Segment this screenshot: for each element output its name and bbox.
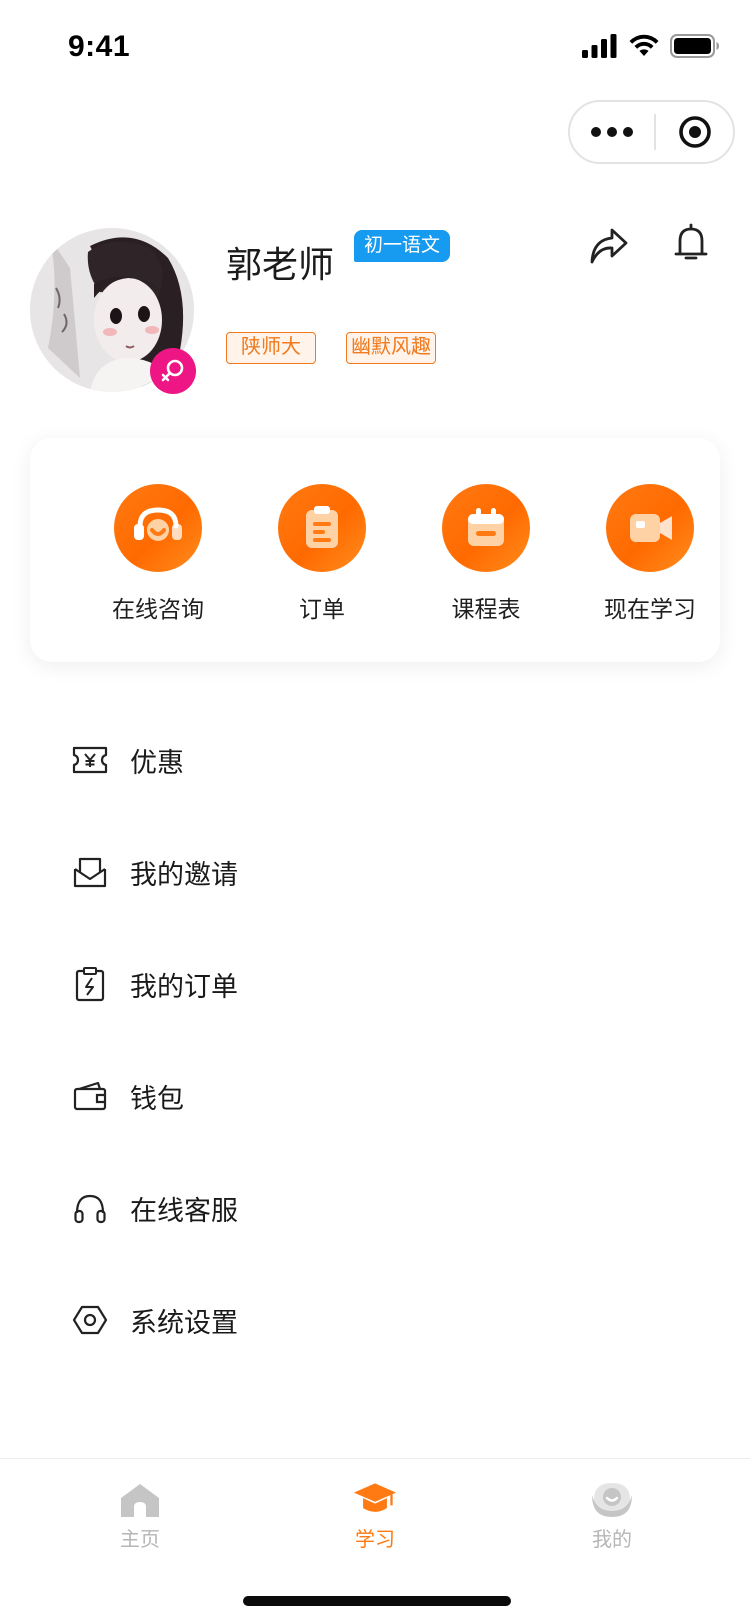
quick-action-label: 在线咨询 (112, 596, 204, 622)
quick-action-label: 现在学习 (604, 596, 696, 622)
status-time: 9:41 (68, 30, 131, 63)
more-dot-icon (623, 127, 633, 137)
more-button[interactable] (570, 102, 654, 162)
menu-item-label: 钱包 (130, 1083, 184, 1114)
clipboard-icon (306, 506, 338, 548)
settings-hexagon-icon (72, 1305, 108, 1335)
tab-label: 主页 (120, 1529, 160, 1551)
video-camera-icon (630, 514, 672, 542)
close-mini-program-button[interactable] (656, 102, 733, 162)
share-button[interactable] (586, 222, 632, 268)
menu-list: 优惠 我的邀请 我的订单 钱包 在线客服 系统设置 (0, 704, 750, 1376)
share-icon (590, 228, 628, 264)
target-close-icon (678, 116, 711, 148)
mini-program-capsule (568, 100, 735, 164)
tab-label: 我的 (592, 1529, 632, 1551)
subject-badge: 初一语文 (354, 230, 451, 262)
home-icon (121, 1484, 159, 1517)
tag-style: 幽默风趣 (346, 332, 436, 364)
menu-item-label: 优惠 (130, 747, 184, 778)
menu-item-settings[interactable]: 系统设置 (0, 1264, 750, 1376)
tab-study[interactable]: 学习 (305, 1479, 445, 1552)
status-bar: 9:41 (0, 0, 750, 96)
graduation-cap-icon (353, 1483, 397, 1512)
tab-mine[interactable]: 我的 (542, 1479, 682, 1552)
tab-home[interactable]: 主页 (70, 1479, 210, 1552)
battery-icon (670, 34, 719, 58)
teacher-name: 郭老师 (226, 244, 335, 285)
quick-action-orders[interactable]: 订单 (240, 484, 404, 624)
quick-action-consult[interactable]: 在线咨询 (76, 484, 240, 624)
menu-item-my-orders[interactable]: 我的订单 (0, 928, 750, 1040)
menu-item-customer-service[interactable]: 在线客服 (0, 1152, 750, 1264)
female-symbol-icon (161, 359, 184, 382)
profile-header: 郭老师 初一语文 陕师大 幽默风趣 (0, 200, 750, 420)
wifi-icon (629, 34, 659, 56)
menu-item-invitations[interactable]: 我的邀请 (0, 816, 750, 928)
notification-button[interactable] (668, 220, 714, 266)
tab-label: 学习 (355, 1529, 395, 1551)
order-clipboard-icon (75, 967, 105, 1002)
headphones-icon (74, 1194, 106, 1224)
more-dot-icon (607, 127, 617, 137)
envelope-icon (73, 857, 107, 888)
headset-smile-icon (134, 507, 182, 541)
quick-action-icon-circle (606, 484, 694, 572)
female-badge (150, 348, 196, 394)
menu-item-label: 我的订单 (130, 971, 238, 1002)
quick-action-icon-circle (278, 484, 366, 572)
calendar-icon (468, 508, 504, 546)
menu-item-label: 在线客服 (130, 1195, 238, 1226)
quick-action-label: 课程表 (451, 596, 521, 622)
wallet-icon (73, 1081, 107, 1111)
coupon-yen-icon (72, 746, 108, 774)
home-indicator (243, 1596, 511, 1606)
quick-action-label: 订单 (299, 596, 345, 622)
signal-icon (582, 34, 617, 58)
status-icons (582, 32, 720, 60)
menu-item-wallet[interactable]: 钱包 (0, 1040, 750, 1152)
quick-action-schedule[interactable]: 课程表 (404, 484, 568, 624)
bell-icon (674, 223, 708, 260)
quick-action-icon-circle (114, 484, 202, 572)
quick-action-study-now[interactable]: 现在学习 (568, 484, 732, 624)
quick-action-icon-circle (442, 484, 530, 572)
quick-actions-card: 在线咨询 订单 课程表 现在学习 (30, 438, 720, 662)
menu-item-label: 系统设置 (130, 1307, 238, 1338)
menu-item-label: 我的邀请 (130, 859, 238, 890)
profile-face-icon (592, 1483, 632, 1517)
menu-item-coupons[interactable]: 优惠 (0, 704, 750, 816)
more-dot-icon (591, 127, 601, 137)
tag-school: 陕师大 (226, 332, 316, 364)
